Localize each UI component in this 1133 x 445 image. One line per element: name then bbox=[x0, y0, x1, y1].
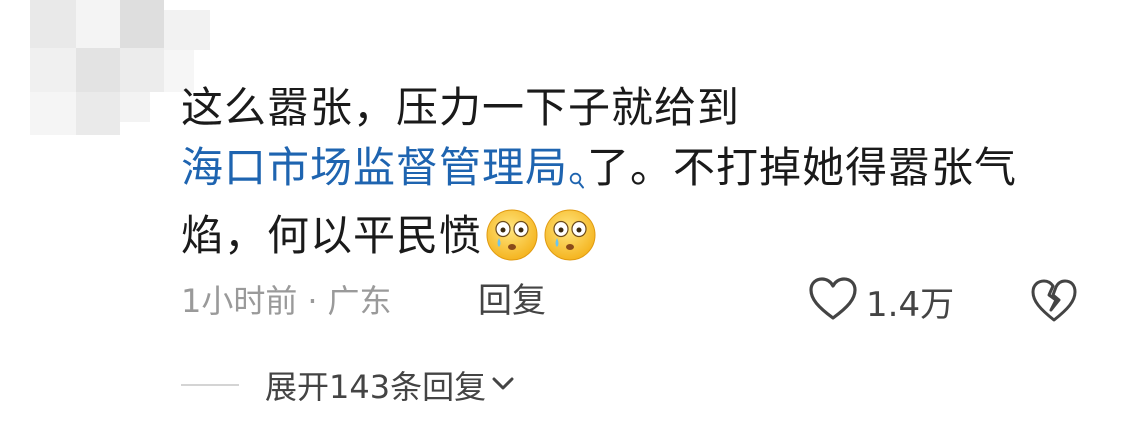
comment-line-1: 这么嚣张，压力一下子就给到 bbox=[181, 83, 741, 132]
broken-heart-icon[interactable] bbox=[1030, 279, 1078, 328]
like-count: 1.4万 bbox=[866, 284, 955, 325]
search-icon[interactable] bbox=[569, 146, 585, 206]
comment-text: 这么嚣张，压力一下子就给到 海口市场监督管理局 了。不打掉她得嚣张气 焰，何以平… bbox=[181, 78, 1081, 266]
search-link[interactable]: 海口市场监督管理局 bbox=[181, 143, 568, 192]
comment-line-2: 海口市场监督管理局 了。不打掉她得嚣张气 bbox=[181, 138, 1081, 206]
comment-location: 广东 bbox=[327, 282, 392, 320]
dislike-button[interactable] bbox=[1030, 278, 1078, 326]
crying-face-emoji bbox=[484, 207, 540, 263]
expand-replies-button[interactable]: 展开143条回复 bbox=[181, 360, 516, 410]
divider-line bbox=[181, 384, 239, 386]
crying-face-emoji bbox=[542, 207, 598, 263]
comment-meta: 1小时前 · 广东 bbox=[181, 278, 392, 324]
expand-replies-label: 展开143条回复 bbox=[265, 368, 487, 406]
chevron-down-icon[interactable] bbox=[490, 374, 516, 396]
reply-button[interactable]: 回复 bbox=[478, 278, 546, 324]
comment-time: 1小时前 bbox=[181, 282, 298, 320]
heart-icon[interactable] bbox=[808, 276, 858, 326]
meta-separator: · bbox=[307, 282, 318, 320]
comment-line-3: 焰，何以平民愤 bbox=[181, 206, 1081, 266]
like-button[interactable]: 1.4万 bbox=[808, 276, 954, 326]
